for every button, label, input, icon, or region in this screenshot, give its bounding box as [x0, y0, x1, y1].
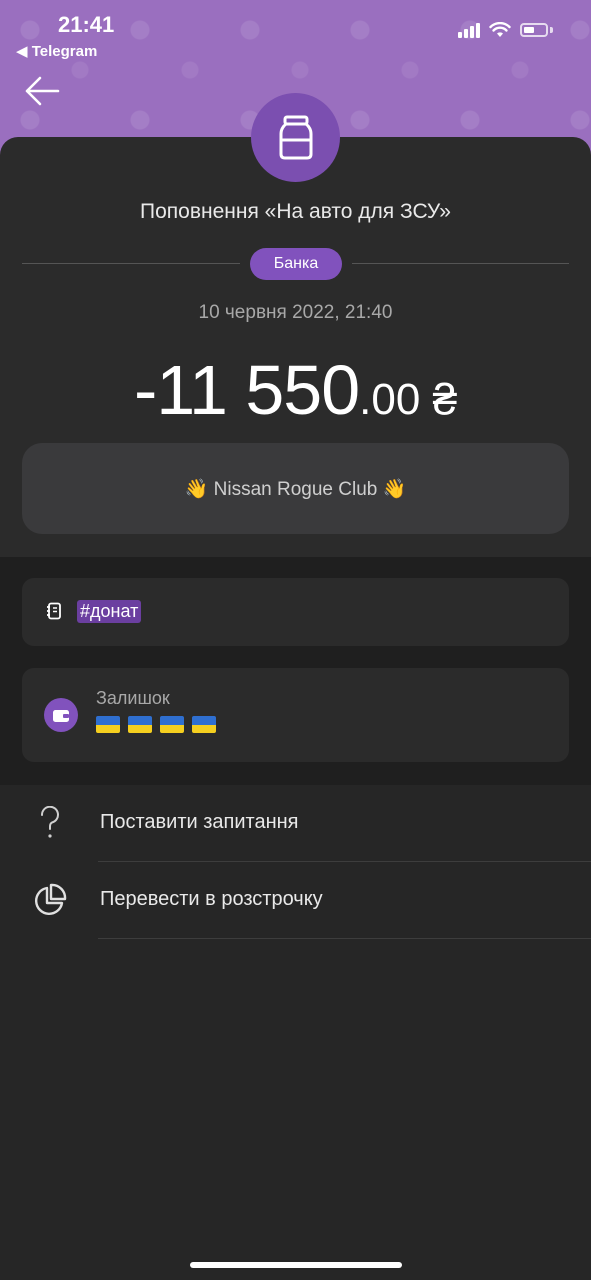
- home-indicator[interactable]: [190, 1262, 402, 1268]
- notebook-icon: [47, 602, 61, 620]
- back-to-telegram-link[interactable]: ◀ Telegram: [16, 42, 97, 60]
- menu-item-installment[interactable]: Перевести в розстрочку: [0, 862, 591, 939]
- category-badge[interactable]: Банка: [250, 248, 342, 280]
- balance-value-flags: [96, 716, 216, 733]
- transaction-title: Поповнення «На авто для ЗСУ»: [140, 200, 451, 223]
- wallet-avatar: [44, 698, 78, 732]
- ukraine-flag-icon: [160, 716, 184, 733]
- pie-chart-icon: [30, 880, 70, 920]
- amount-cents: .00: [359, 375, 421, 424]
- tag-row[interactable]: #донат: [22, 578, 569, 646]
- balance-label: Залишок: [96, 688, 170, 708]
- back-arrow-icon[interactable]: [22, 74, 62, 108]
- divider-left: [22, 263, 240, 264]
- jar-icon: [279, 115, 312, 159]
- ukraine-flag-icon: [192, 716, 216, 733]
- cellular-signal-icon: [458, 22, 480, 38]
- transaction-amount: -11 550.00 ₴: [0, 350, 591, 440]
- menu-item-label: Поставити запитання: [100, 811, 299, 833]
- balance-row: Залишок: [22, 668, 569, 762]
- menu-item-ask-question[interactable]: Поставити запитання: [0, 785, 591, 862]
- ukraine-flag-icon: [128, 716, 152, 733]
- wifi-icon: [489, 22, 511, 37]
- menu-item-label: Перевести в розстрочку: [100, 888, 323, 910]
- menu-separator: [98, 938, 591, 939]
- divider-right: [352, 263, 569, 264]
- battery-tip: [550, 27, 553, 33]
- currency-symbol: ₴: [432, 375, 458, 424]
- wallet-icon: [53, 709, 69, 722]
- battery-icon: [520, 23, 548, 37]
- jar-avatar: [251, 93, 340, 182]
- transaction-date: 10 червня 2022, 21:40: [198, 302, 393, 323]
- status-icons: [458, 22, 553, 38]
- question-icon: [30, 803, 70, 843]
- tag-label[interactable]: #донат: [77, 600, 142, 623]
- ukraine-flag-icon: [96, 716, 120, 733]
- status-time: 21:41: [58, 12, 115, 37]
- transaction-comment: 👋 Nissan Rogue Club 👋: [22, 443, 569, 534]
- amount-main: -11 550: [133, 351, 360, 429]
